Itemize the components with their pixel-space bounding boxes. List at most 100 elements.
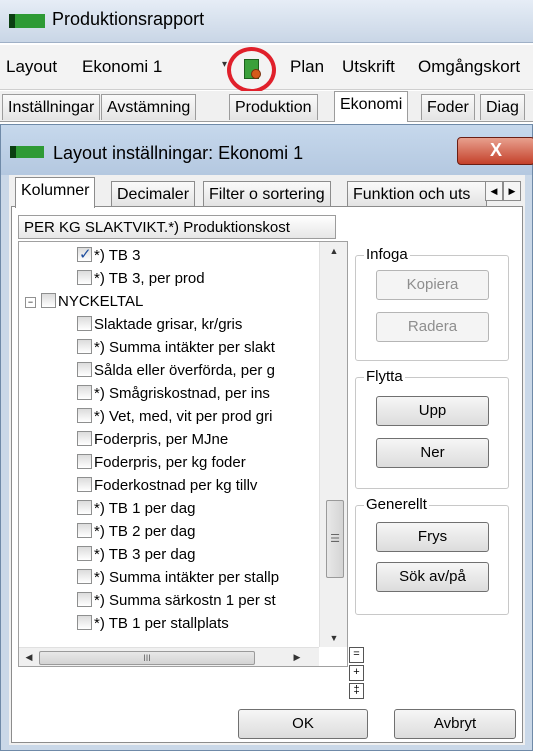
tree-item-label: *) TB 3 per dag bbox=[94, 546, 196, 563]
app-icon bbox=[9, 14, 45, 28]
frys-button[interactable]: Frys bbox=[376, 522, 489, 552]
tab-avstamning[interactable]: Avstämning bbox=[101, 94, 197, 120]
scroll-right-icon[interactable]: ▶ bbox=[289, 649, 305, 665]
ok-button[interactable]: OK bbox=[238, 709, 368, 739]
menu-utskrift[interactable]: Utskrift bbox=[342, 57, 395, 77]
flytta-label: Flytta bbox=[364, 368, 405, 385]
tree-item-row[interactable]: Foderpris, per kg foder bbox=[19, 451, 319, 474]
main-tab-strip: Inställningar Avstämning Produktion Ekon… bbox=[0, 91, 533, 122]
main-title-bar: Produktionsrapport bbox=[0, 0, 533, 43]
tree-item-row[interactable]: *) TB 3 per dag bbox=[19, 543, 319, 566]
tree-checkbox[interactable] bbox=[77, 316, 92, 331]
tree-checkbox[interactable]: ✓ bbox=[77, 246, 92, 263]
expand-all-button[interactable]: + bbox=[349, 665, 364, 681]
ner-button[interactable]: Ner bbox=[376, 438, 489, 468]
tab-kolumner[interactable]: Kolumner bbox=[15, 177, 96, 208]
tree-item-row[interactable]: *) Smågriskostnad, per ins bbox=[19, 382, 319, 405]
tree-checkbox[interactable] bbox=[77, 270, 92, 285]
tree-checkbox[interactable] bbox=[77, 454, 92, 469]
menu-omgangskort[interactable]: Omgångskort bbox=[418, 57, 520, 77]
sok-av-pa-button[interactable]: Sök av/på bbox=[376, 562, 489, 592]
tree-checkbox[interactable] bbox=[77, 615, 92, 630]
cancel-button[interactable]: Avbryt bbox=[394, 709, 516, 739]
tab-produktion[interactable]: Produktion bbox=[229, 94, 318, 120]
tree-horizontal-scrollbar[interactable]: ◀ III ▶ bbox=[19, 647, 319, 666]
collapse-toggle-icon[interactable]: − bbox=[25, 297, 36, 308]
tree-item-label: Sålda eller överförda, per g bbox=[94, 362, 275, 379]
tree-checkbox[interactable] bbox=[77, 477, 92, 492]
toggle-tree-button[interactable]: ‡ bbox=[349, 683, 364, 699]
tree-checkbox[interactable] bbox=[77, 592, 92, 607]
infoga-label: Infoga bbox=[364, 246, 410, 263]
tree-item-label: Slaktade grisar, kr/gris bbox=[94, 316, 243, 333]
tree-checkbox[interactable] bbox=[77, 523, 92, 538]
tree-item-row[interactable]: *) Vet, med, vit per prod gri bbox=[19, 405, 319, 428]
layout-label: Layout bbox=[6, 57, 58, 76]
dialog-title: Layout inställningar: Ekonomi 1 bbox=[53, 143, 304, 163]
tree-item-label: Foderkostnad per kg tillv bbox=[94, 477, 258, 494]
collapse-all-button[interactable]: = bbox=[349, 647, 364, 663]
tree-checkbox[interactable] bbox=[77, 385, 92, 400]
tree-item-row[interactable]: *) Summa intäkter per stallp bbox=[19, 566, 319, 589]
tree-checkbox[interactable] bbox=[77, 500, 92, 515]
dialog-title-bar: Layout inställningar: Ekonomi 1 X bbox=[1, 125, 533, 175]
tree-item-row[interactable]: ✓ *) TB 3 bbox=[19, 244, 319, 267]
vertical-scroll-thumb[interactable]: ☰ bbox=[326, 500, 344, 578]
dialog-body: Kolumner Decimaler Filter o sortering Fu… bbox=[9, 175, 525, 745]
tree-item-row[interactable]: Foderkostnad per kg tillv bbox=[19, 474, 319, 497]
kolumner-panel: PER KG SLAKTVIKT.*) Produktionskost ✓ *) … bbox=[11, 206, 523, 743]
main-window-title: Produktionsrapport bbox=[52, 9, 205, 29]
tab-funktion-och-utseende[interactable]: Funktion och uts bbox=[347, 181, 487, 207]
tree-item-row[interactable]: *) TB 1 per stallplats bbox=[19, 612, 319, 635]
tree-item-label: *) TB 3 bbox=[94, 247, 141, 264]
kopiera-button[interactable]: Kopiera bbox=[376, 270, 489, 300]
tab-scroll-left-icon[interactable]: ◀ bbox=[485, 181, 503, 201]
tab-foder[interactable]: Foder bbox=[421, 94, 475, 120]
upp-button[interactable]: Upp bbox=[376, 396, 489, 426]
horizontal-scroll-thumb[interactable]: III bbox=[39, 651, 255, 665]
tab-decimaler[interactable]: Decimaler bbox=[111, 181, 196, 207]
scroll-down-icon[interactable]: ▼ bbox=[320, 629, 347, 647]
close-button[interactable]: X bbox=[457, 137, 533, 165]
layout-select[interactable]: Ekonomi 1 bbox=[82, 57, 162, 77]
tab-scroll-right-icon[interactable]: ▶ bbox=[503, 181, 521, 201]
tree-item-label: *) TB 1 per stallplats bbox=[94, 615, 229, 632]
tab-diag[interactable]: Diag bbox=[480, 94, 525, 120]
tab-ekonomi[interactable]: Ekonomi bbox=[334, 91, 409, 122]
main-toolbar: Layout Ekonomi 1 ▾ Plan Utskrift Omgångs… bbox=[0, 45, 533, 93]
tree-checkbox[interactable] bbox=[77, 431, 92, 446]
column-header[interactable]: PER KG SLAKTVIKT.*) Produktionskost bbox=[18, 215, 336, 239]
tree-item-row[interactable]: *) Summa intäkter per slakt bbox=[19, 336, 319, 359]
flytta-group: Flytta Upp Ner bbox=[355, 368, 509, 489]
tree-item-label: NYCKELTAL bbox=[58, 293, 144, 310]
highlight-circle-annotation bbox=[227, 47, 276, 93]
tree-item-row[interactable]: *) Summa särkostn 1 per st bbox=[19, 589, 319, 612]
tree-vertical-scrollbar[interactable]: ▲ ☰ ▼ bbox=[319, 242, 347, 647]
tree-group-row[interactable]: − NYCKELTAL bbox=[19, 290, 319, 313]
tree-checkbox[interactable] bbox=[41, 293, 56, 308]
tree-checkbox[interactable] bbox=[77, 546, 92, 561]
tree-checkbox[interactable] bbox=[77, 362, 92, 377]
tree-item-label: *) TB 2 per dag bbox=[94, 523, 196, 540]
tree-checkbox[interactable] bbox=[77, 339, 92, 354]
radera-button[interactable]: Radera bbox=[376, 312, 489, 342]
tree-item-label: Foderpris, per MJne bbox=[94, 431, 229, 448]
tab-installningar[interactable]: Inställningar bbox=[2, 94, 101, 120]
tree-item-row[interactable]: *) TB 2 per dag bbox=[19, 520, 319, 543]
tree-item-label: *) Smågriskostnad, per ins bbox=[94, 385, 270, 402]
tree-item-label: *) TB 3, per prod bbox=[94, 270, 205, 287]
tree-item-row[interactable]: *) TB 1 per dag bbox=[19, 497, 319, 520]
tree-checkbox[interactable] bbox=[77, 569, 92, 584]
infoga-group: Infoga Kopiera Radera bbox=[355, 246, 509, 361]
tab-filter-sortering[interactable]: Filter o sortering bbox=[203, 181, 331, 207]
tree-checkbox[interactable] bbox=[77, 408, 92, 423]
checkmark-icon: ✓ bbox=[79, 246, 92, 263]
scroll-up-icon[interactable]: ▲ bbox=[320, 242, 347, 260]
tree-item-row[interactable]: Sålda eller överförda, per g bbox=[19, 359, 319, 382]
tree-item-label: *) TB 1 per dag bbox=[94, 500, 196, 517]
scroll-left-icon[interactable]: ◀ bbox=[21, 649, 37, 665]
menu-plan[interactable]: Plan bbox=[290, 57, 324, 77]
tree-item-row[interactable]: *) TB 3, per prod bbox=[19, 267, 319, 290]
tree-item-row[interactable]: Foderpris, per MJne bbox=[19, 428, 319, 451]
tree-item-row[interactable]: Slaktade grisar, kr/gris bbox=[19, 313, 319, 336]
